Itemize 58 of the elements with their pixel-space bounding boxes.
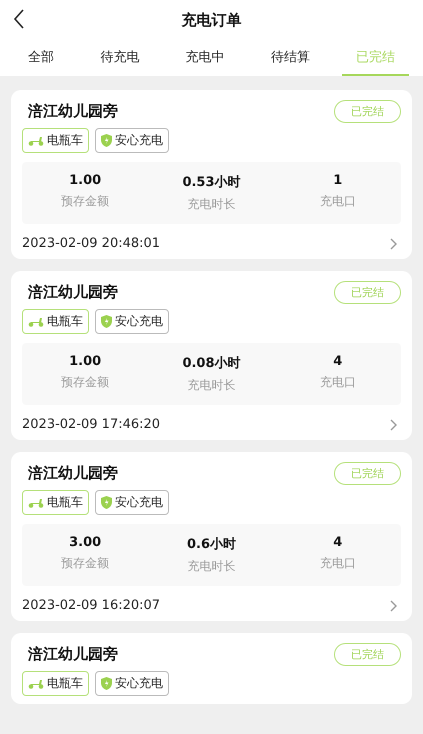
back-icon[interactable] xyxy=(13,9,25,29)
filter-tab[interactable]: 待充电 xyxy=(86,40,154,76)
stat-label: 预存金额 xyxy=(61,374,110,391)
order-card[interactable]: 涪江幼儿园旁 已完结 电瓶车 安心充电 3.00 预存金额 0.6小时 充电时长 4 充电口 2023-02-09 16:20:07 xyxy=(11,452,412,621)
station-name: 涪江幼儿园旁 xyxy=(28,283,118,302)
stat-label: 预存金额 xyxy=(61,193,110,210)
stat-label: 预存金额 xyxy=(61,555,110,572)
tag-label: 安心充电 xyxy=(115,675,163,692)
chevron-right-icon xyxy=(390,600,397,612)
tag-label: 电瓶车 xyxy=(47,132,83,149)
scooter-icon xyxy=(28,135,44,146)
status-badge: 已完结 xyxy=(334,643,401,666)
shield-icon xyxy=(101,496,112,509)
stat-value: 1.00 xyxy=(69,173,102,188)
stat-label: 充电时长 xyxy=(187,558,236,575)
stat-value: 0.6小时 xyxy=(186,536,236,553)
order-time: 2023-02-09 17:46:20 xyxy=(22,417,160,432)
shield-icon xyxy=(101,134,112,147)
scooter-icon xyxy=(28,678,44,689)
chevron-right-icon xyxy=(390,418,397,430)
status-badge: 已完结 xyxy=(334,462,401,485)
tag-label: 电瓶车 xyxy=(47,494,83,511)
stat-label: 充电时长 xyxy=(187,196,236,213)
tag-label: 安心充电 xyxy=(115,313,163,330)
order-card[interactable]: 涪江幼儿园旁 已完结 电瓶车 安心充电 1.00 预存金额 0.08小时 充电时长 4 充电口 2023-02-09 17:46:20 xyxy=(11,271,412,440)
tag-label: 电瓶车 xyxy=(47,313,83,330)
stat-label: 充电口 xyxy=(320,374,356,391)
order-card[interactable]: 涪江幼儿园旁 已完结 电瓶车 安心充电 xyxy=(11,633,412,704)
chevron-right-icon xyxy=(390,238,397,250)
filter-tab[interactable]: 全部 xyxy=(14,40,68,76)
status-badge: 已完结 xyxy=(334,281,401,304)
stat-label: 充电口 xyxy=(320,193,356,210)
stat-label: 充电口 xyxy=(320,555,356,572)
filter-tab[interactable]: 充电中 xyxy=(172,40,238,76)
order-time: 2023-02-09 16:20:07 xyxy=(22,598,160,613)
tag-label: 电瓶车 xyxy=(47,675,83,692)
stat-value: 1 xyxy=(333,173,342,188)
filter-tab[interactable]: 待结算 xyxy=(256,40,324,76)
stat-value: 4 xyxy=(333,535,342,550)
scooter-icon xyxy=(28,316,44,327)
page-title: 充电订单 xyxy=(182,10,242,30)
tag-label: 安心充电 xyxy=(115,494,163,511)
order-time: 2023-02-09 20:48:01 xyxy=(22,236,160,251)
tag-label: 安心充电 xyxy=(115,132,163,149)
order-card[interactable]: 涪江幼儿园旁 已完结 电瓶车 安心充电 1.00 预存金额 0.53小时 充电时长 1 充电口 2023-02-09 20:48:01 xyxy=(11,90,412,259)
stat-value: 3.00 xyxy=(69,535,102,550)
stat-value: 0.53小时 xyxy=(182,174,241,191)
shield-icon xyxy=(101,677,112,690)
scooter-icon xyxy=(28,497,44,508)
station-name: 涪江幼儿园旁 xyxy=(28,645,118,664)
stat-value: 1.00 xyxy=(69,354,102,369)
stat-label: 充电时长 xyxy=(187,377,236,394)
status-badge: 已完结 xyxy=(334,100,401,123)
stat-value: 0.08小时 xyxy=(182,355,241,372)
station-name: 涪江幼儿园旁 xyxy=(28,464,118,483)
shield-icon xyxy=(101,315,112,328)
stat-value: 4 xyxy=(333,354,342,369)
station-name: 涪江幼儿园旁 xyxy=(28,102,118,121)
